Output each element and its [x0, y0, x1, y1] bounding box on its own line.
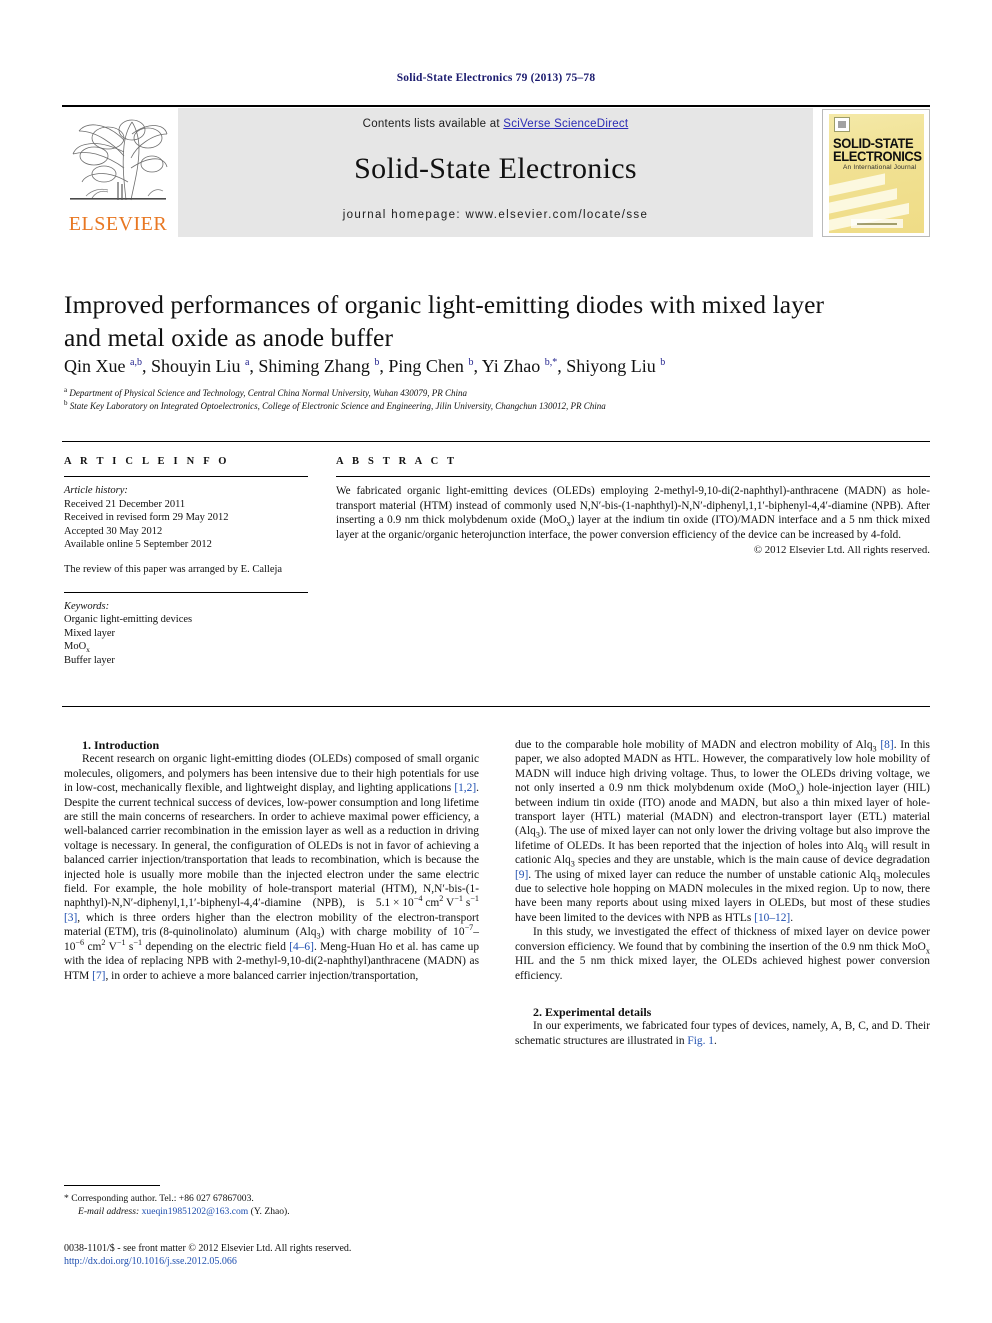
panel-bottom-rule [62, 706, 930, 707]
abstract-rule [336, 476, 930, 477]
article-history: Article history: Received 21 December 20… [64, 484, 308, 577]
keyword-item: MoOx [64, 641, 90, 655]
abstract-copyright: © 2012 Elsevier Ltd. All rights reserved… [753, 544, 930, 557]
author-list: Qin Xue a,b, Shouyin Liu a, Shiming Zhan… [64, 356, 666, 376]
email-note: E-mail address: xueqin19851202@163.com (… [64, 1206, 479, 1219]
cover-title-line2: ELECTRONICS [833, 149, 922, 164]
section-heading-introduction: 1. Introduction [82, 738, 160, 752]
affiliation-a: a Department of Physical Science and Tec… [64, 386, 467, 399]
footnote-rule [64, 1185, 160, 1186]
body-column-right: due to the comparable hole mobility of M… [515, 738, 930, 1048]
body-column-left: 1. Introduction Recent research on organ… [64, 738, 479, 983]
affiliation-b-text: State Key Laboratory on Integrated Optoe… [69, 400, 606, 411]
keywords-rule [64, 591, 308, 593]
keyword-item: Organic light-emitting devices [64, 614, 193, 626]
history-item-1: Received in revised form 29 May 2012 [64, 512, 229, 524]
paper-page: Solid-State Electronics 79 (2013) 75–78 [0, 0, 992, 1323]
corresponding-author-note: * Corresponding author. Tel.: +86 027 67… [64, 1193, 479, 1206]
contents-lists-line: Contents lists available at SciVerse Sci… [178, 118, 813, 130]
article-info-heading: A R T I C L E I N F O [64, 456, 230, 467]
keyword-item: Mixed layer [64, 627, 116, 639]
abstract-text: We fabricated organic light-emitting dev… [336, 485, 930, 541]
section-heading-experimental: 2. Experimental details [533, 1004, 652, 1019]
keywords-block: Keywords: Organic light-emitting devices… [64, 600, 308, 668]
abstract-heading: A B S T R A C T [336, 456, 458, 467]
footnote-block: * Corresponding author. Tel.: +86 027 67… [64, 1193, 479, 1218]
contents-prefix: Contents lists available at [362, 118, 504, 130]
email-link[interactable]: xueqin19851202@163.com [142, 1206, 249, 1217]
affiliations: a Department of Physical Science and Tec… [64, 387, 894, 412]
keywords-label: Keywords: [64, 600, 110, 612]
history-item-3: Available online 5 September 2012 [64, 539, 212, 551]
history-item-2: Accepted 30 May 2012 [64, 525, 163, 537]
corresponding-text: Corresponding author. Tel.: +86 027 6786… [71, 1193, 254, 1204]
article-title: Improved performances of organic light-e… [64, 290, 825, 352]
elsevier-logo: ELSEVIER [62, 110, 174, 237]
journal-title: Solid-State Electronics [354, 152, 637, 185]
abstract-column: A B S T R A C T We fabricated organic li… [336, 456, 930, 556]
elsevier-wordmark: ELSEVIER [68, 213, 168, 235]
imprint-block: 0038-1101/$ - see front matter © 2012 El… [64, 1242, 564, 1268]
journal-cover-image: SOLID-STATE ELECTRONICS An International… [822, 109, 930, 237]
journal-masthead: ELSEVIER Contents lists available at Sci… [62, 105, 930, 237]
body-paragraph: Recent research on organic light-emittin… [64, 753, 480, 982]
cover-elsevier-icon [834, 117, 850, 132]
panel-top-rule [62, 441, 930, 442]
body-paragraph: In this study, we investigated the effec… [515, 926, 930, 982]
journal-homepage[interactable]: journal homepage: www.elsevier.com/locat… [178, 209, 813, 221]
corresponding-marker: * [64, 1193, 69, 1204]
doi-link[interactable]: http://dx.doi.org/10.1016/j.sse.2012.05.… [64, 1255, 564, 1268]
cover-footer-band [851, 219, 903, 228]
running-head: Solid-State Electronics 79 (2013) 75–78 [396, 72, 596, 84]
keyword-item: Buffer layer [64, 654, 115, 666]
body-paragraph: due to the comparable hole mobility of M… [515, 739, 931, 924]
review-note: The review of this paper was arranged by… [64, 563, 283, 575]
imprint-line: 0038-1101/$ - see front matter © 2012 El… [64, 1243, 352, 1254]
sciencedirect-link[interactable]: SciVerse ScienceDirect [503, 118, 628, 130]
masthead-top-rule [62, 105, 930, 107]
elsevier-tree-icon [66, 112, 170, 210]
cover-subtitle: An International Journal [843, 164, 917, 171]
article-info-rule [64, 476, 308, 477]
article-history-label: Article history: [64, 485, 128, 496]
article-info-column: A R T I C L E I N F O Article history: R… [64, 456, 308, 668]
email-suffix: (Y. Zhao). [250, 1205, 290, 1217]
history-item-0: Received 21 December 2011 [64, 498, 186, 510]
affiliation-b: b State Key Laboratory on Integrated Opt… [64, 398, 606, 411]
affiliation-a-text: Department of Physical Science and Techn… [69, 388, 467, 398]
email-label: E-mail address: [78, 1205, 140, 1217]
body-paragraph: In our experiments, we fabricated four t… [515, 1020, 930, 1047]
journal-cover-artwork: SOLID-STATE ELECTRONICS An International… [829, 114, 924, 233]
